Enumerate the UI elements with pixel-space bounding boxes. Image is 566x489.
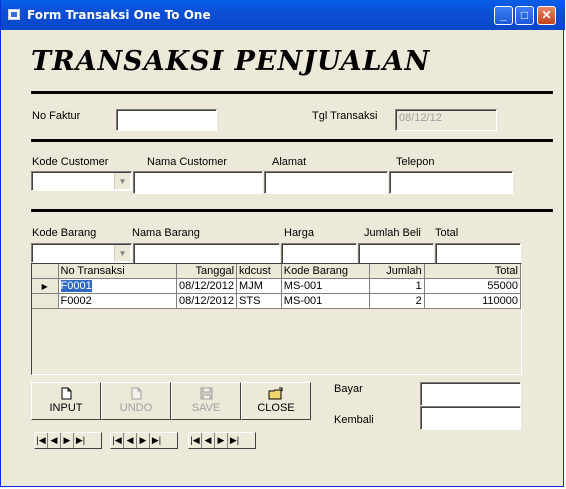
- kode-customer-combo[interactable]: ▼: [31, 171, 132, 191]
- last-record-icon[interactable]: ▶|: [74, 433, 87, 448]
- last-record-icon[interactable]: ▶|: [228, 433, 241, 448]
- table-row[interactable]: ▶ F0001 08/12/2012 MJM MS-001 1 55000: [32, 278, 522, 294]
- next-record-icon[interactable]: ▶: [215, 433, 228, 448]
- table-row[interactable]: F0002 08/12/2012 STS MS-001 2 110000: [32, 293, 522, 309]
- next-record-icon[interactable]: ▶: [137, 433, 150, 448]
- column-header[interactable]: Total: [424, 264, 522, 279]
- window-title: Form Transaksi One To One: [27, 8, 211, 22]
- floppy-disk-icon: [172, 387, 240, 401]
- undo-button-label: UNDO: [119, 402, 153, 414]
- close-button-label: CLOSE: [257, 402, 295, 414]
- nama-customer-label: Nama Customer: [147, 156, 228, 168]
- bayar-field[interactable]: [420, 382, 521, 406]
- exit-folder-icon: [242, 387, 310, 401]
- table-cell[interactable]: 55000: [424, 278, 522, 294]
- column-header[interactable]: Kode Barang: [281, 264, 371, 279]
- first-record-icon[interactable]: |◀: [189, 433, 202, 448]
- input-button[interactable]: INPUT: [31, 382, 101, 420]
- column-header[interactable]: No Transaksi: [58, 264, 177, 279]
- kode-barang-combo[interactable]: ▼: [31, 243, 132, 263]
- table-cell[interactable]: 1: [369, 278, 425, 294]
- table-cell[interactable]: MJM: [236, 278, 282, 294]
- jumlah-beli-label: Jumlah Beli: [364, 227, 421, 239]
- chevron-down-icon[interactable]: ▼: [114, 245, 130, 261]
- next-record-icon[interactable]: ▶: [61, 433, 74, 448]
- alamat-label: Alamat: [272, 156, 307, 168]
- kode-customer-label: Kode Customer: [32, 156, 109, 168]
- column-header[interactable]: Jumlah: [369, 264, 425, 279]
- minimize-icon[interactable]: _: [494, 6, 513, 25]
- row-selector-header: [32, 264, 59, 279]
- nama-customer-field[interactable]: [133, 171, 263, 194]
- total-field[interactable]: [435, 243, 521, 265]
- kembali-field[interactable]: [420, 406, 521, 430]
- table-cell[interactable]: 08/12/2012: [176, 293, 238, 309]
- tgl-transaksi-label: Tgl Transaksi: [312, 110, 378, 122]
- title-bar[interactable]: Form Transaksi One To One _ □ ✕: [1, 0, 565, 30]
- undo-button[interactable]: UNDO: [101, 382, 171, 420]
- harga-label: Harga: [284, 227, 314, 239]
- alamat-field[interactable]: [264, 171, 388, 194]
- tgl-transaksi-field[interactable]: 08/12/12: [395, 109, 497, 131]
- total-label: Total: [435, 227, 459, 239]
- undo-document-icon: [102, 387, 170, 401]
- bayar-label: Bayar: [334, 383, 363, 395]
- record-navigator[interactable]: |◀ ◀ ▶ ▶|: [188, 432, 256, 449]
- divider: [31, 91, 553, 94]
- column-header[interactable]: kdcust: [236, 264, 282, 279]
- maximize-icon[interactable]: □: [515, 6, 534, 25]
- record-navigator[interactable]: |◀ ◀ ▶ ▶|: [110, 432, 178, 449]
- jumlah-beli-field[interactable]: [358, 243, 434, 265]
- close-window-icon[interactable]: ✕: [537, 6, 556, 25]
- transaction-grid[interactable]: No Transaksi Tanggal kdcust Kode Barang …: [31, 263, 522, 375]
- current-row-marker-icon: ▶: [32, 278, 59, 294]
- table-cell[interactable]: F0001: [58, 278, 177, 294]
- column-header[interactable]: Tanggal: [176, 264, 238, 279]
- harga-field[interactable]: [281, 243, 357, 265]
- table-cell[interactable]: STS: [236, 293, 282, 309]
- previous-record-icon[interactable]: ◀: [202, 433, 215, 448]
- table-cell[interactable]: F0002: [58, 293, 177, 309]
- no-faktur-field[interactable]: [116, 109, 217, 131]
- save-button[interactable]: SAVE: [171, 382, 241, 420]
- new-document-icon: [32, 387, 100, 401]
- page-title: TRANSAKSI PENJUALAN: [31, 46, 431, 77]
- nama-barang-label: Nama Barang: [132, 227, 200, 239]
- telepon-label: Telepon: [396, 156, 435, 168]
- kode-barang-label: Kode Barang: [32, 227, 97, 239]
- nama-barang-field[interactable]: [133, 243, 280, 265]
- input-button-label: INPUT: [49, 402, 83, 414]
- table-cell[interactable]: 2: [369, 293, 425, 309]
- previous-record-icon[interactable]: ◀: [48, 433, 61, 448]
- save-button-label: SAVE: [191, 402, 221, 414]
- table-cell[interactable]: MS-001: [281, 278, 371, 294]
- telepon-field[interactable]: [389, 171, 513, 194]
- previous-record-icon[interactable]: ◀: [124, 433, 137, 448]
- no-faktur-label: No Faktur: [32, 110, 81, 122]
- record-navigator[interactable]: |◀ ◀ ▶ ▶|: [34, 432, 102, 449]
- divider: [31, 139, 553, 142]
- table-cell[interactable]: 110000: [424, 293, 522, 309]
- main-window: Form Transaksi One To One _ □ ✕ TRANSAKS…: [0, 0, 565, 487]
- table-cell[interactable]: MS-001: [281, 293, 371, 309]
- divider: [31, 209, 553, 212]
- close-button[interactable]: CLOSE: [241, 382, 311, 420]
- kembali-label: Kembali: [334, 414, 374, 426]
- first-record-icon[interactable]: |◀: [111, 433, 124, 448]
- table-header-row: No Transaksi Tanggal kdcust Kode Barang …: [32, 264, 522, 279]
- form-icon: [8, 9, 20, 20]
- last-record-icon[interactable]: ▶|: [150, 433, 163, 448]
- row-selector[interactable]: [32, 293, 59, 309]
- chevron-down-icon[interactable]: ▼: [114, 173, 130, 189]
- table-cell[interactable]: 08/12/2012: [176, 278, 238, 294]
- first-record-icon[interactable]: |◀: [35, 433, 48, 448]
- transaction-table: No Transaksi Tanggal kdcust Kode Barang …: [32, 264, 522, 309]
